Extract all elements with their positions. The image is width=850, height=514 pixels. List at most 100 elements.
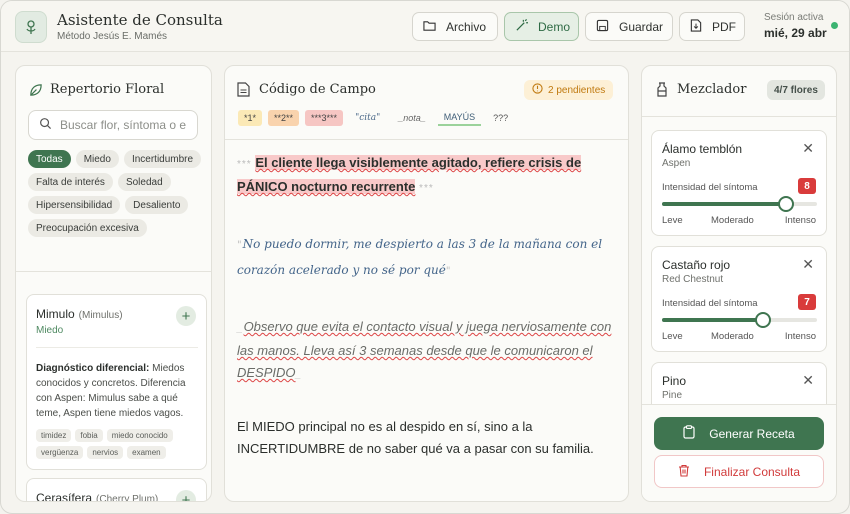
mix-item-alamo: Álamo temblón Aspen ✕ Intensidad del sín… xyxy=(651,130,827,236)
note-paragraph-1: *** El cliente llega visiblemente agitad… xyxy=(237,152,612,200)
finish-consultation-button[interactable]: Finalizar Consulta xyxy=(654,455,824,488)
intensity-value: 8 xyxy=(798,178,816,194)
pending-count: 2 pendientes xyxy=(548,84,606,96)
note-quote: "No puedo dormir, me despierto a las 3 d… xyxy=(237,232,612,284)
remove-flower-button[interactable]: ✕ xyxy=(802,372,814,389)
note-button[interactable]: _nota_ xyxy=(392,110,432,126)
slider-knob[interactable] xyxy=(778,196,794,212)
note-observation: _Observo que evita el contacto visual y … xyxy=(237,316,612,386)
session-info: Sesión activa mié, 29 abr xyxy=(764,12,827,40)
divider xyxy=(16,271,211,272)
quote-close: " xyxy=(445,266,452,277)
search-box[interactable] xyxy=(28,110,198,140)
app-subtitle: Método Jesús E. Mamés xyxy=(57,31,168,42)
demo-button[interactable]: Demo xyxy=(504,12,579,41)
file-download-icon xyxy=(690,18,702,35)
priority-2-button[interactable]: **2** xyxy=(268,110,300,126)
mix-flower-latin: Pine xyxy=(662,390,683,401)
clipboard-icon xyxy=(683,425,695,442)
tag[interactable]: vergüenza xyxy=(36,446,84,459)
mix-flower-name: Pino xyxy=(662,374,687,388)
mix-flower-name: Álamo temblón xyxy=(662,142,743,156)
close-icon: ✕ xyxy=(802,256,814,272)
guardar-button[interactable]: Guardar xyxy=(585,12,673,41)
session-date: mié, 29 abr xyxy=(764,26,827,40)
mezclador-panel: Mezclador 4/7 flores Álamo temblón Aspen… xyxy=(641,65,837,502)
tag[interactable]: fobia xyxy=(75,429,103,442)
quote-button[interactable]: "cita" xyxy=(349,110,386,126)
intensity-slider[interactable] xyxy=(662,196,817,212)
diff-label: Diagnóstico diferencial: xyxy=(36,363,150,374)
scale-low: Leve xyxy=(662,331,683,342)
tag[interactable]: timidez xyxy=(36,429,72,442)
flower-count-badge: 4/7 flores xyxy=(767,80,825,100)
search-icon xyxy=(39,117,52,133)
divider xyxy=(642,116,836,117)
slider-knob[interactable] xyxy=(754,312,771,328)
header: Asistente de Consulta Método Jesús E. Ma… xyxy=(1,1,849,52)
priority-1-button[interactable]: *1* xyxy=(238,110,263,126)
chip-preocupacion-excesiva[interactable]: Preocupación excesiva xyxy=(28,219,147,237)
scale-mid: Moderado xyxy=(711,215,754,226)
mix-flower-latin: Aspen xyxy=(662,158,691,169)
priority-3-button[interactable]: ***3*** xyxy=(305,110,344,126)
scale-mid: Moderado xyxy=(711,331,754,342)
tag[interactable]: examen xyxy=(127,446,166,459)
flower-latin: (Mimulus) xyxy=(78,310,123,321)
question-button[interactable]: ??? xyxy=(487,110,514,126)
category-chips: Todas Miedo Incertidumbre Falta de inter… xyxy=(28,150,208,237)
remove-flower-button[interactable]: ✕ xyxy=(802,256,814,273)
mix-item-castano-rojo: Castaño rojo Red Chestnut ✕ Intensidad d… xyxy=(651,246,827,352)
search-input[interactable] xyxy=(60,118,195,132)
chip-falta-de-interes[interactable]: Falta de interés xyxy=(28,173,113,191)
intensity-label: Intensidad del síntoma xyxy=(662,182,758,193)
observation-text: Observo que evita el contacto visual y j… xyxy=(237,319,612,380)
leaf-icon xyxy=(28,83,43,101)
chip-desaliento[interactable]: Desaliento xyxy=(125,196,189,214)
mezclador-title: Mezclador xyxy=(677,82,747,97)
codigo-title: Código de Campo xyxy=(259,82,376,97)
finish-label: Finalizar Consulta xyxy=(703,464,801,479)
flower-card-mimulo[interactable]: Mimulo (Mimulus) Miedo + Diagnóstico dife… xyxy=(26,294,207,470)
repertorio-title: Repertorio Floral xyxy=(50,82,165,97)
pdf-button[interactable]: PDF xyxy=(679,12,745,41)
bottle-icon xyxy=(656,82,668,100)
archivo-label: Archivo xyxy=(446,19,487,34)
pdf-label: PDF xyxy=(712,19,736,34)
mix-flower-latin: Red Chestnut xyxy=(662,274,724,285)
chip-miedo[interactable]: Miedo xyxy=(75,150,119,168)
slider-fill xyxy=(662,202,786,206)
intensity-slider[interactable] xyxy=(662,312,817,328)
archivo-button[interactable]: Archivo xyxy=(412,12,498,41)
chip-incertidumbre[interactable]: Incertidumbre xyxy=(123,150,202,168)
close-icon: ✕ xyxy=(802,372,814,388)
note-paragraph-4: El MIEDO principal no es al despido en s… xyxy=(237,419,594,456)
add-flower-button[interactable]: + xyxy=(176,490,196,501)
divider xyxy=(36,347,198,348)
trash-icon xyxy=(678,464,690,480)
intensity-label: Intensidad del síntoma xyxy=(662,298,758,309)
generate-recipe-button[interactable]: Generar Receta xyxy=(654,417,824,450)
uppercase-button[interactable]: MAYÚS xyxy=(437,110,482,126)
chip-hipersensibilidad[interactable]: Hipersensibilidad xyxy=(28,196,121,214)
tag[interactable]: nervios xyxy=(87,446,124,459)
markup-close: *** xyxy=(419,183,434,194)
flower-card-cerasifera[interactable]: Cerasífera (Cherry Plum) + xyxy=(26,478,207,501)
document-icon xyxy=(237,82,250,100)
tag[interactable]: miedo conocido xyxy=(106,429,173,442)
save-icon xyxy=(596,19,609,35)
scale-low: Leve xyxy=(662,215,683,226)
generate-label: Generar Receta xyxy=(709,426,795,441)
field-notes-editor[interactable]: *** El cliente llega visiblemente agitad… xyxy=(237,152,612,460)
status-dot xyxy=(831,22,838,29)
flower-category: Miedo xyxy=(36,325,64,336)
scale-high: Intenso xyxy=(784,331,816,342)
magic-wand-icon xyxy=(515,18,528,35)
remove-flower-button[interactable]: ✕ xyxy=(802,140,814,157)
note-close: _ xyxy=(295,369,303,380)
chip-todas[interactable]: Todas xyxy=(28,150,71,168)
chip-soledad[interactable]: Soledad xyxy=(117,173,171,191)
highlighted-text: El cliente llega visiblemente agitado, r… xyxy=(237,155,582,194)
intensity-value: 7 xyxy=(798,294,816,310)
add-flower-button[interactable]: + xyxy=(176,306,196,326)
